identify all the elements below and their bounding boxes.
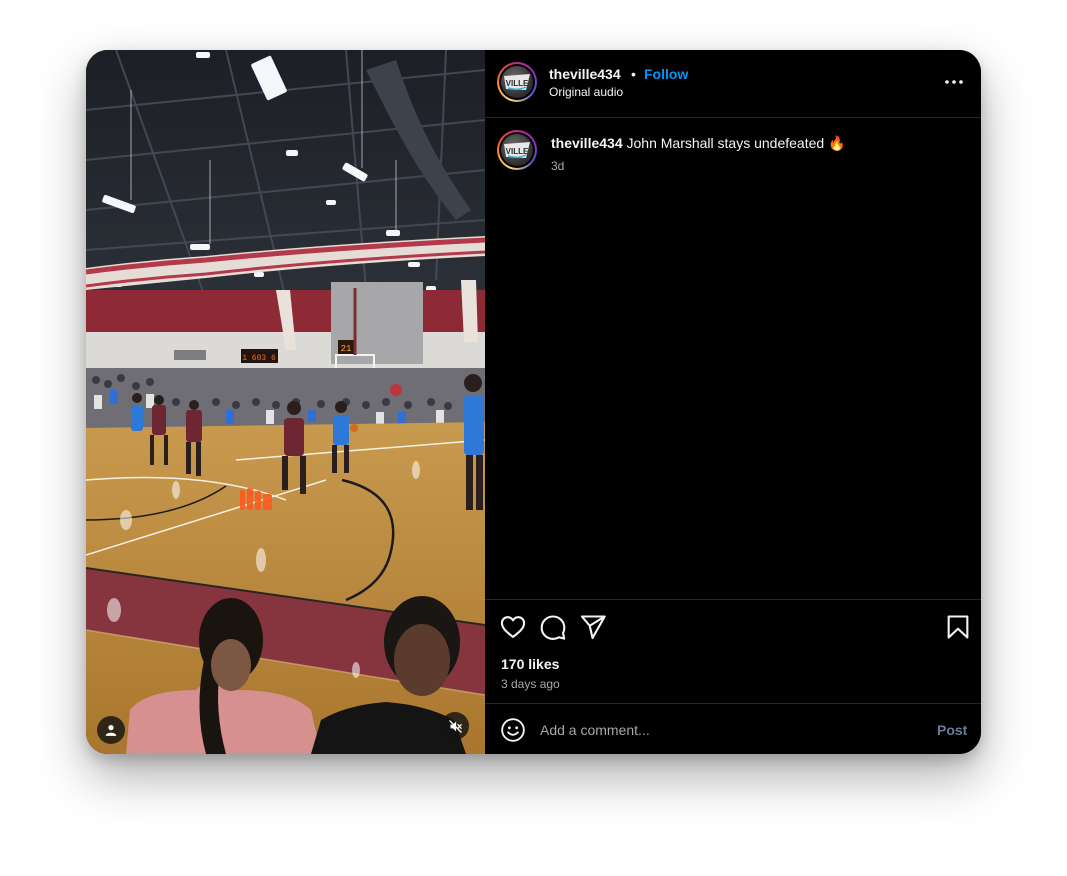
original-audio-link[interactable]: Original audio	[549, 85, 623, 99]
tagged-users-button[interactable]	[97, 716, 125, 744]
caption-text-line: theville434 John Marshall stays undefeat…	[551, 135, 846, 152]
caption-text: John Marshall stays undefeated	[626, 135, 825, 151]
post-modal: 1 603 6 21 VILLE theville434 • Follow Or…	[86, 50, 981, 754]
like-button[interactable]	[499, 613, 527, 641]
likes-count[interactable]: 170 likes	[501, 656, 559, 672]
muted-speaker-icon	[448, 719, 462, 733]
author-username[interactable]: theville434	[549, 66, 621, 82]
fire-emoji: 🔥	[828, 135, 846, 151]
user-tag-icon	[105, 725, 117, 736]
more-options-button[interactable]	[941, 72, 967, 92]
comment-input[interactable]	[540, 717, 920, 743]
post-comment-button[interactable]: Post	[937, 722, 967, 738]
comment-button[interactable]	[539, 613, 567, 641]
post-details-panel: VILLE theville434 • Follow Original audi…	[485, 50, 981, 754]
paper-plane-icon	[580, 615, 606, 640]
post-video[interactable]: 1 603 6 21	[86, 50, 485, 754]
emoji-smiley-icon	[501, 718, 525, 742]
separator-dot: •	[631, 66, 636, 82]
add-comment-bar: Post	[485, 703, 981, 754]
shotclock-text: 21	[341, 344, 352, 354]
emoji-picker-button[interactable]	[500, 717, 526, 743]
basketball-game-video-frame: 1 603 6 21	[86, 50, 485, 754]
save-button[interactable]	[944, 613, 972, 641]
ville-logo-icon: VILLE	[504, 74, 530, 91]
post-timestamp[interactable]: 3 days ago	[501, 677, 560, 691]
more-options-icon	[945, 80, 963, 84]
mute-toggle-button[interactable]	[441, 712, 469, 740]
scoreboard-text: 1 603 6	[242, 354, 276, 363]
caption-timestamp[interactable]: 3d	[551, 159, 564, 173]
ville-logo-icon: VILLE	[504, 142, 530, 159]
heart-icon	[500, 616, 526, 638]
caption-username[interactable]: theville434	[551, 135, 623, 151]
comment-bubble-icon	[540, 615, 566, 640]
post-actions: 170 likes 3 days ago	[485, 599, 981, 705]
bookmark-icon	[947, 615, 969, 639]
share-button[interactable]	[579, 613, 607, 641]
author-avatar[interactable]: VILLE	[497, 62, 537, 102]
follow-button[interactable]: Follow	[644, 66, 688, 82]
caption-author-avatar[interactable]: VILLE	[497, 130, 537, 170]
post-header: VILLE theville434 • Follow Original audi…	[485, 50, 981, 118]
